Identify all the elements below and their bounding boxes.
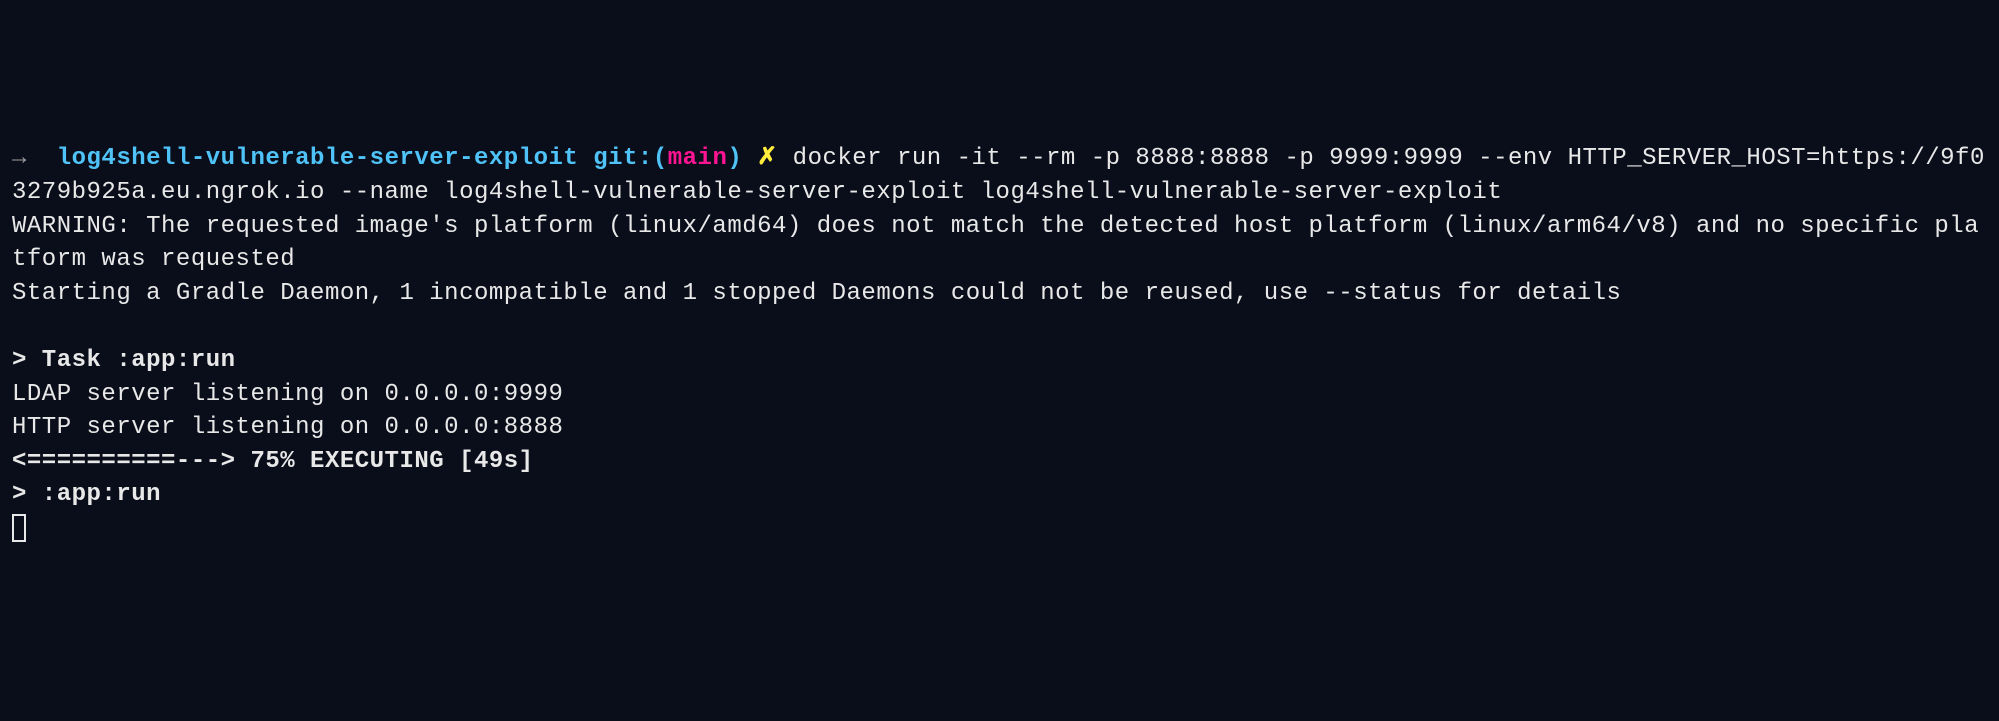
git-branch: main <box>668 145 728 172</box>
prompt-directory: log4shell-vulnerable-server-exploit <box>57 145 579 172</box>
git-paren-close: ) <box>727 145 742 172</box>
output-task-header: > Task :app:run <box>12 347 236 374</box>
terminal-cursor <box>12 514 26 542</box>
git-paren-open: ( <box>653 145 668 172</box>
output-app-run: > :app:run <box>12 481 161 508</box>
terminal-output[interactable]: → log4shell-vulnerable-server-exploit gi… <box>12 142 1987 545</box>
output-ldap: LDAP server listening on 0.0.0.0:9999 <box>12 381 563 408</box>
git-label: git: <box>578 145 653 172</box>
git-dirty-mark: ✗ <box>742 145 792 172</box>
output-progress: <==========---> 75% EXECUTING [49s] <box>12 448 534 475</box>
output-gradle-daemon: Starting a Gradle Daemon, 1 incompatible… <box>12 280 1621 307</box>
output-warning: WARNING: The requested image's platform … <box>12 213 1979 274</box>
output-http: HTTP server listening on 0.0.0.0:8888 <box>12 414 563 441</box>
prompt-arrow: → <box>12 145 57 172</box>
